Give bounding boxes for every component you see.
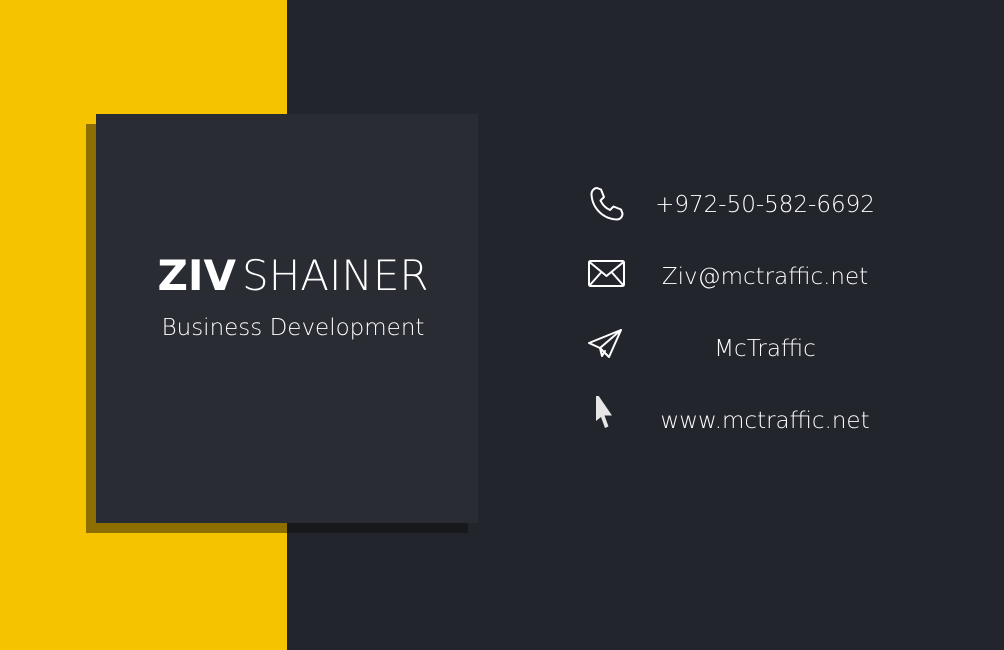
contact-row-phone[interactable]: +972-50-582-6692	[580, 180, 900, 230]
envelope-icon	[580, 252, 630, 302]
contact-row-email[interactable]: Ziv@mctraffic.net	[580, 252, 900, 302]
job-title: Business Development	[161, 315, 425, 341]
full-name: ZIV SHAINER	[0, 248, 586, 304]
contact-row-telegram[interactable]: McTraffic	[580, 324, 900, 374]
contact-row-website[interactable]: www.mctraffic.net	[580, 396, 900, 446]
email-address[interactable]: Ziv@mctraffic.net	[630, 252, 900, 302]
phone-number[interactable]: +972-50-582-6692	[630, 180, 900, 230]
phone-icon	[580, 180, 630, 230]
cursor-icon	[580, 396, 630, 446]
paper-plane-icon	[580, 324, 630, 374]
telegram-handle[interactable]: McTraffic	[630, 324, 900, 374]
website-url[interactable]: www.mctraffic.net	[630, 396, 900, 446]
first-name: ZIV	[157, 251, 237, 300]
last-name: SHAINER	[242, 251, 429, 300]
